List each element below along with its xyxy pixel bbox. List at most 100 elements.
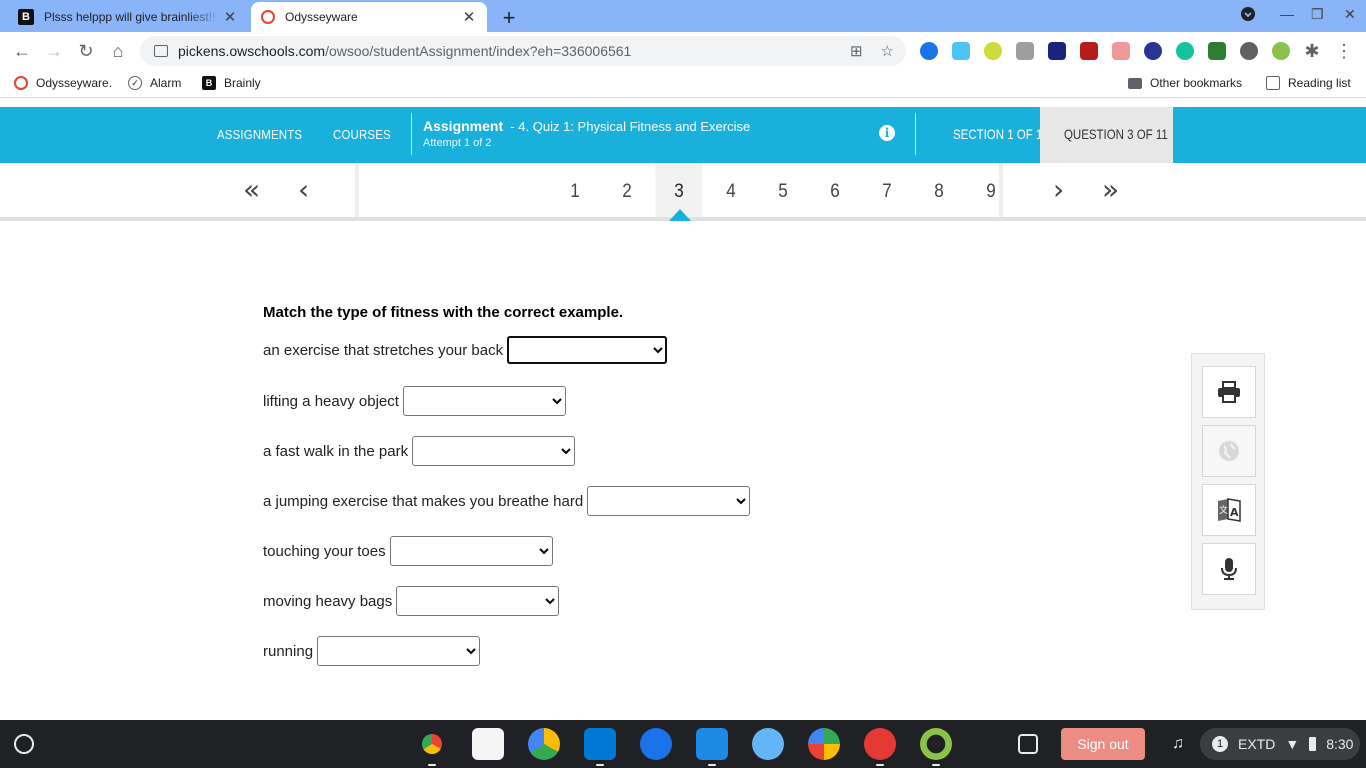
site-info-icon[interactable] [154,45,168,57]
question-number-6[interactable]: 6 [812,181,859,203]
divider [915,113,916,155]
bookmark-label: Odysseyware. [36,76,113,90]
question-number-4[interactable]: 4 [708,181,755,203]
launcher-icon[interactable] [14,734,34,754]
question-number-1[interactable]: 1 [552,181,599,203]
match-select[interactable] [587,486,751,516]
match-select[interactable] [396,586,560,616]
extension-shield-icon[interactable] [920,42,938,60]
reading-list[interactable]: Reading list [1266,76,1351,90]
question-number-2[interactable]: 2 [604,181,651,203]
extension-speed-icon[interactable] [1240,42,1258,60]
tab-search-icon[interactable] [1240,6,1256,25]
running-indicator [428,764,436,766]
other-bookmarks[interactable]: Other bookmarks [1128,76,1242,90]
other-bookmarks-label: Other bookmarks [1150,76,1243,90]
bookmark-brainly[interactable]: B Brainly [202,76,261,90]
minimize-icon[interactable]: — [1280,6,1294,22]
bookmark-odysseyware[interactable]: Odysseyware. [14,76,112,90]
match-row: touching your toes [263,536,553,566]
tab-brainly[interactable]: B Plsss helppp will give brainliest!! ✕ [8,2,248,32]
tab-odysseyware[interactable]: Odysseyware ✕ [251,2,487,32]
info-icon[interactable]: i [879,125,895,141]
running-indicator [876,764,884,766]
tab-title: Plsss helppp will give brainliest!! [44,10,216,24]
match-select[interactable] [507,336,668,364]
svg-text:文: 文 [1219,504,1228,516]
print-button[interactable] [1202,366,1256,418]
globe-button[interactable] [1202,425,1256,477]
match-label: lifting a heavy object [263,392,399,410]
chrome-icon[interactable] [416,728,448,760]
extension-pen-icon[interactable] [1208,42,1226,60]
maps-icon[interactable] [808,728,840,760]
home-icon[interactable]: ⌂ [106,39,130,63]
match-row: running [263,636,481,666]
match-select[interactable] [317,636,481,666]
svg-text:A: A [1230,506,1239,519]
extension-k-icon[interactable] [1144,42,1162,60]
camera-icon[interactable] [640,728,672,760]
courses-link[interactable]: COURSES [333,127,391,142]
match-row: an exercise that stretches your back [263,336,668,364]
address-bar[interactable]: pickens.owschools.com/owsoo/studentAssig… [140,36,906,66]
new-tab-button[interactable]: + [498,5,520,31]
assignments-link[interactable]: ASSIGNMENTS [217,127,302,142]
calculator-icon[interactable] [472,728,504,760]
bookmark-alarm[interactable]: ✓ Alarm [128,76,181,90]
assignment-name: - 4. Quiz 1: Physical Fitness and Exerci… [510,119,751,134]
status-tray[interactable]: 1 EXTD ▼ 8:30 [1200,728,1360,760]
restore-icon[interactable]: ❐ [1311,6,1324,23]
sign-out-button[interactable]: Sign out [1061,728,1145,760]
match-label: touching your toes [263,542,386,560]
translate-page-icon[interactable]: ⊞ [850,42,863,60]
extensions-puzzle-icon[interactable]: ✱ [1300,39,1324,63]
close-icon[interactable]: ✕ [222,8,238,26]
clock: 8:30 [1326,736,1354,752]
tote-icon[interactable] [1018,734,1038,754]
question-number-9[interactable]: 9 [968,181,1015,203]
reload-icon[interactable]: ↻ [74,39,98,63]
gallery-icon[interactable] [752,728,784,760]
forward-icon[interactable]: → [42,39,66,63]
translate-button[interactable]: A文 [1202,484,1256,536]
match-select[interactable] [402,386,566,416]
back-icon[interactable]: ← [10,39,34,63]
outlook-icon[interactable] [584,728,616,760]
match-label: an exercise that stretches your back [263,341,504,359]
extension-green-icon[interactable] [1272,42,1290,60]
question-number-7[interactable]: 7 [864,181,911,203]
bookmarks-bar: Odysseyware. ✓ Alarm B Brainly Other boo… [0,70,1366,98]
question-number-5[interactable]: 5 [760,181,807,203]
media-controls-icon[interactable]: ♫ [1162,728,1194,760]
last-question-icon[interactable]: » [1102,175,1119,205]
match-row: lifting a heavy object [263,386,566,416]
next-question-icon[interactable]: › [1053,175,1064,205]
files-icon[interactable] [696,728,728,760]
extension-badge-icon[interactable] [1112,42,1130,60]
previous-question-icon[interactable]: ‹ [298,175,309,205]
odysseyware-icon [14,76,28,90]
match-select[interactable] [389,536,553,566]
match-select[interactable] [412,436,576,466]
drive-icon[interactable] [528,728,560,760]
grammarly-icon[interactable] [1176,42,1194,60]
extension-cloud-icon[interactable] [952,42,970,60]
extension-red-icon[interactable] [1080,42,1098,60]
extension-copy-icon[interactable] [1016,42,1034,60]
match-label: a jumping exercise that makes you breath… [263,492,584,510]
wifi-icon: ▼ [1285,736,1300,752]
close-icon[interactable]: ✕ [461,8,477,26]
extension-circle-icon[interactable] [984,42,1002,60]
headphones-icon[interactable] [864,728,896,760]
microphone-button[interactable] [1202,543,1256,595]
green-ring-icon[interactable] [920,728,952,760]
section-indicator: SECTION 1 OF 1 [953,126,1043,142]
first-question-icon[interactable]: « [243,175,260,205]
question-number-8[interactable]: 8 [916,181,963,203]
window-close-icon[interactable]: ✕ [1344,6,1356,23]
extension-dark-icon[interactable] [1048,42,1066,60]
battery-icon [1309,737,1317,751]
menu-icon[interactable]: ⋮ [1332,39,1356,63]
bookmark-star-icon[interactable]: ☆ [881,42,894,60]
